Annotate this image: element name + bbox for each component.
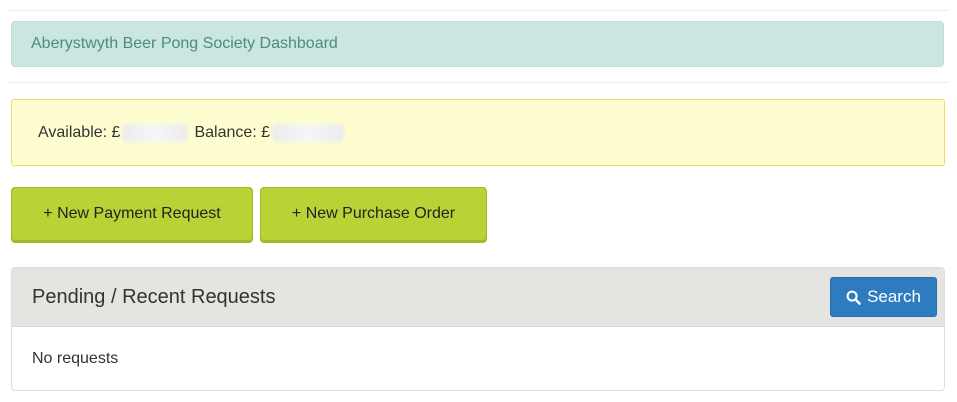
- requests-panel: Pending / Recent Requests Search No requ…: [11, 267, 945, 391]
- balance-amount-redacted: [272, 123, 345, 142]
- available-amount-redacted: [122, 123, 189, 142]
- page-title: Aberystwyth Beer Pong Society Dashboard: [31, 35, 338, 52]
- empty-requests-message: No requests: [32, 350, 119, 367]
- new-purchase-order-button[interactable]: + New Purchase Order: [260, 187, 487, 241]
- requests-panel-title: Pending / Recent Requests: [32, 285, 276, 308]
- balance-label: Balance: £: [194, 123, 271, 141]
- section-divider: [8, 82, 949, 83]
- dashboard-title-bar: Aberystwyth Beer Pong Society Dashboard: [11, 21, 944, 67]
- requests-panel-body: No requests: [12, 327, 944, 390]
- top-divider: [8, 10, 949, 11]
- requests-panel-heading: Pending / Recent Requests Search: [12, 268, 944, 327]
- available-label: Available: £: [38, 123, 121, 141]
- balance-summary: Available: £ Balance: £: [11, 99, 945, 166]
- new-payment-request-label: + New Payment Request: [43, 205, 221, 222]
- search-icon: [846, 290, 861, 305]
- new-purchase-order-label: + New Purchase Order: [291, 205, 456, 222]
- search-button-label: Search: [867, 287, 921, 306]
- search-button[interactable]: Search: [830, 277, 937, 317]
- dashboard-page: Aberystwyth Beer Pong Society Dashboard …: [0, 0, 957, 402]
- new-payment-request-button[interactable]: + New Payment Request: [11, 187, 253, 241]
